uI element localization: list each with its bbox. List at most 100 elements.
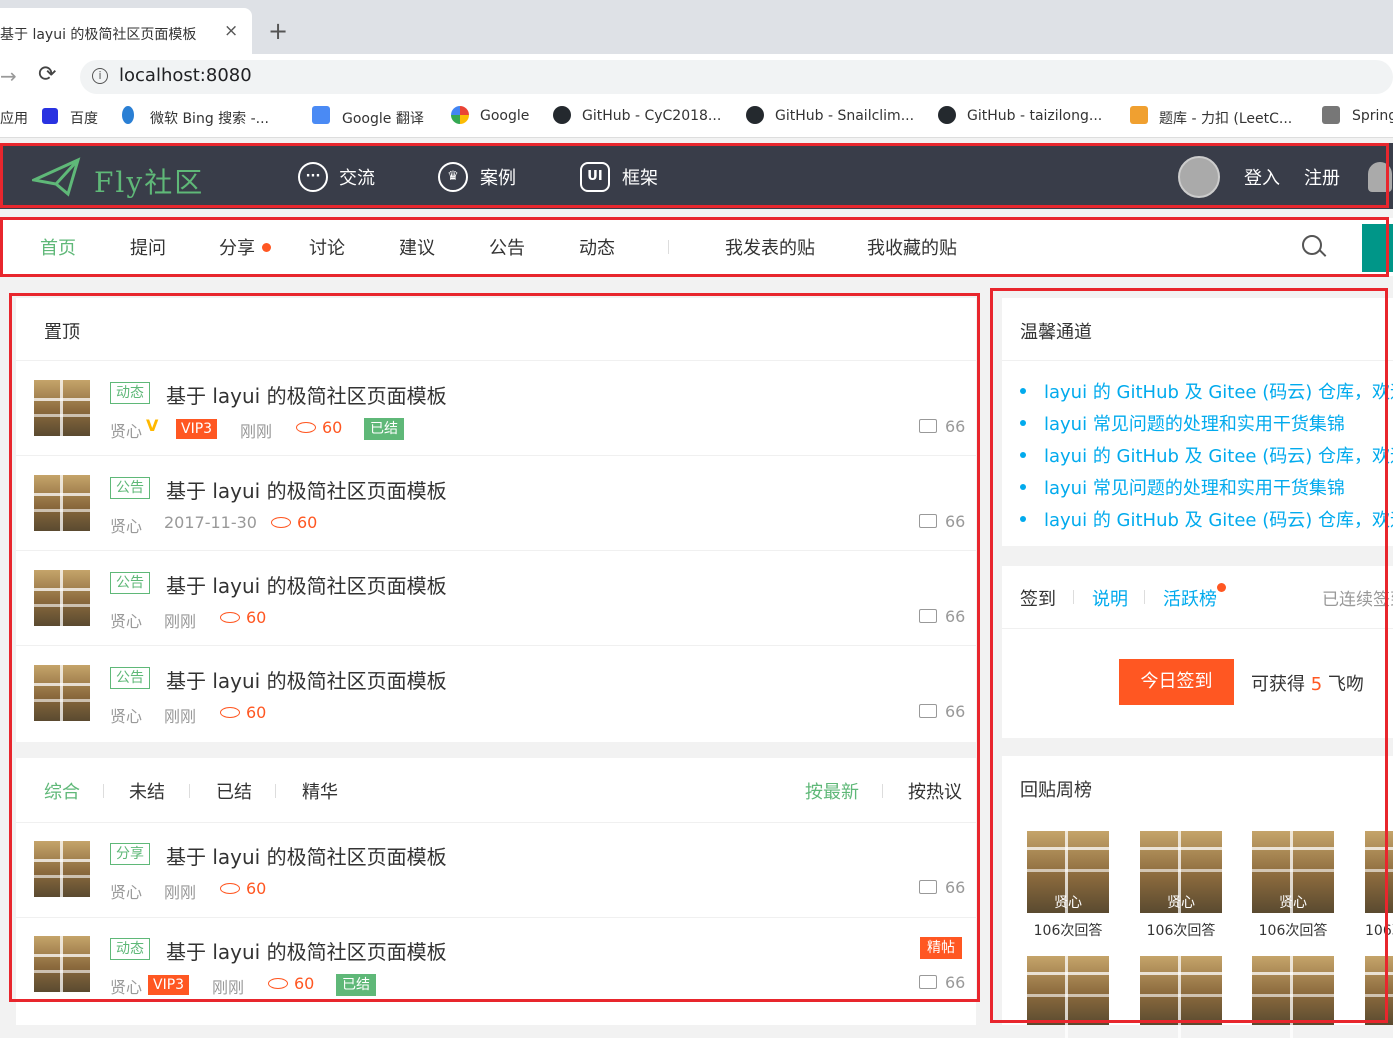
post-time: 刚刚 [164,612,197,631]
vip-badge: VIP3 [148,975,190,995]
comment-icon [919,514,937,528]
close-tab-icon[interactable]: × [224,21,238,41]
subnav-home[interactable]: 首页 [40,234,76,260]
omnibox[interactable] [80,60,1393,94]
post-title[interactable]: 基于 layui 的极简社区页面模板 [166,936,447,965]
rank-avatar[interactable] [1140,956,1222,1038]
bookmark-github-1[interactable]: GitHub - CyC2018... [582,108,721,124]
url-text[interactable]: localhost:8080 [119,65,252,86]
bullet-icon [1020,388,1026,394]
signin-button[interactable]: 今日签到 [1119,659,1234,705]
divider [668,240,669,254]
search-icon[interactable] [1302,235,1322,255]
subnav-share[interactable]: 分享 [219,234,255,260]
post-tag: 动态 [110,382,150,404]
signin-streak: 已连续签到 [1322,590,1393,610]
filter-featured[interactable]: 精华 [302,778,338,804]
channel-link[interactable]: layui 常见问题的处理和实用干货集锦 [1044,474,1345,500]
divider [16,455,976,456]
signin-tab[interactable]: 签到 [1020,585,1056,611]
rank-avatar[interactable] [1365,956,1393,1025]
qq-icon[interactable] [1368,162,1392,192]
filter-unsolved[interactable]: 未结 [129,778,165,804]
post-views: 60 [220,608,266,627]
post-author[interactable]: 贤心 [110,608,142,632]
my-favorites-link[interactable]: 我收藏的贴 [867,234,957,260]
leetcode-icon [1130,106,1148,124]
channel-link[interactable]: layui 的 GitHub 及 Gitee (码云) 仓库，欢迎Star [1044,442,1393,468]
channel-link[interactable]: layui 常见问题的处理和实用干货集锦 [1044,410,1345,436]
post-time: 刚刚 [240,422,273,441]
bullet-icon [1020,484,1026,490]
new-post-button[interactable] [1362,224,1393,272]
my-posts-link[interactable]: 我发表的贴 [725,234,815,260]
filter-solved[interactable]: 已结 [216,778,252,804]
avatar[interactable] [34,936,90,992]
new-tab-icon[interactable]: + [268,17,288,45]
login-link[interactable]: 登入 [1244,164,1280,190]
subnav-news[interactable]: 动态 [579,234,615,260]
post-title[interactable]: 基于 layui 的极简社区页面模板 [166,570,447,599]
avatar[interactable] [34,570,90,626]
active-rank-link[interactable]: 活跃榜 [1163,585,1217,611]
info-icon[interactable]: i [92,68,108,84]
channel-link[interactable]: layui 的 GitHub 及 Gitee (码云) 仓库，欢迎Star [1044,506,1393,532]
avatar[interactable] [34,841,90,897]
nav-framework[interactable]: 框架 [622,164,658,190]
bookmark-apps[interactable]: 应用 [0,108,28,128]
post-title[interactable]: 基于 layui 的极简社区页面模板 [166,841,447,870]
post-comments: 66 [919,973,965,992]
bookmark-bing[interactable]: 微软 Bing 搜索 -... [150,108,269,128]
post-author[interactable]: 贤心 [110,418,142,442]
divider [16,645,976,646]
sort-hot[interactable]: 按热议 [908,778,962,804]
register-link[interactable]: 注册 [1304,164,1340,190]
logo-text[interactable]: Fly社区 [94,161,204,201]
bookmark-leetcode[interactable]: 题库 - 力扣 (LeetC... [1159,108,1292,128]
filter-all[interactable]: 综合 [44,778,80,804]
avatar[interactable] [34,380,90,436]
nav-cases[interactable]: 案例 [480,164,516,190]
rank-avatar[interactable] [1252,956,1334,1038]
rank-name: 贤心 [1167,895,1195,911]
comment-icon [919,609,937,623]
post-views: 60 [296,418,342,437]
rank-avatar[interactable] [1365,831,1393,913]
subnav-suggest[interactable]: 建议 [399,234,435,260]
rank-avatar[interactable] [1027,956,1109,1038]
subnav-notice[interactable]: 公告 [489,234,525,260]
bookmark-spring[interactable]: Spring [1352,108,1393,124]
avatar[interactable] [34,665,90,721]
post-views: 60 [268,974,314,993]
post-time: 刚刚 [164,707,197,726]
post-author[interactable]: 贤心 [110,974,142,998]
post-title[interactable]: 基于 layui 的极简社区页面模板 [166,665,447,694]
divider [1073,590,1074,604]
subnav-discuss[interactable]: 讨论 [309,234,345,260]
post-tag: 动态 [110,938,150,960]
post-author[interactable]: 贤心 [110,879,142,903]
bookmark-github-3[interactable]: GitHub - taizilong... [967,108,1102,124]
post-author[interactable]: 贤心 [110,513,142,537]
bookmark-github-2[interactable]: GitHub - Snailclim... [775,108,914,124]
sort-newest[interactable]: 按最新 [805,778,859,804]
post-title[interactable]: 基于 layui 的极简社区页面模板 [166,380,447,409]
signin-desc-link[interactable]: 说明 [1092,585,1128,611]
divider [103,784,104,798]
channel-link[interactable]: layui 的 GitHub 及 Gitee (码云) 仓库，欢迎Star [1044,378,1393,404]
bookmark-baidu[interactable]: 百度 [70,108,98,128]
bookmark-translate[interactable]: Google 翻译 [342,108,424,128]
divider [1002,628,1393,629]
post-author[interactable]: 贤心 [110,703,142,727]
kiss-icon [220,612,240,623]
subnav-questions[interactable]: 提问 [130,234,166,260]
user-avatar-icon[interactable] [1178,156,1220,198]
forward-icon[interactable]: → [0,64,17,88]
google-translate-icon [312,106,330,124]
post-title[interactable]: 基于 layui 的极简社区页面模板 [166,475,447,504]
post-comments: 66 [919,878,965,897]
avatar[interactable] [34,475,90,531]
nav-communication[interactable]: 交流 [339,164,375,190]
bookmark-google[interactable]: Google [480,108,529,124]
reload-icon[interactable]: ⟳ [38,62,56,87]
